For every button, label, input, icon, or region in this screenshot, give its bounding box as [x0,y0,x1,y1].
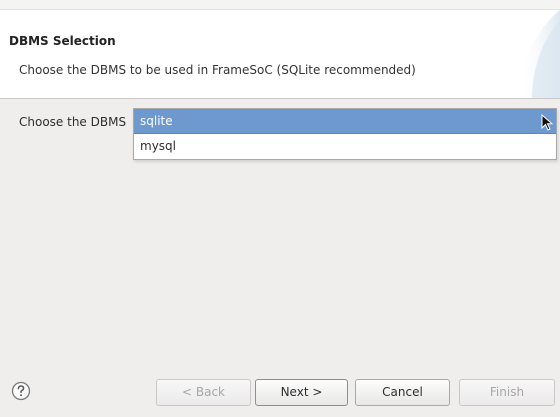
mouse-pointer-icon [541,114,554,131]
dropdown-option-sqlite[interactable]: sqlite [134,109,556,134]
dropdown-option-label: mysql [140,139,176,153]
cancel-button[interactable]: Cancel [355,379,450,406]
question-circle-icon [11,381,31,401]
banner-graphic [518,10,560,98]
window-top-strip [0,0,560,9]
page-description: Choose the DBMS to be used in FrameSoC (… [19,63,416,77]
page-title: DBMS Selection [9,34,116,48]
dbms-label: Choose the DBMS [19,115,127,129]
back-button[interactable]: < Back [156,379,251,406]
help-button[interactable] [11,381,31,401]
wizard-header: DBMS Selection Choose the DBMS to be use… [0,9,560,99]
dropdown-option-mysql[interactable]: mysql [134,134,556,159]
finish-button[interactable]: Finish [459,379,555,406]
next-button[interactable]: Next > [255,379,348,406]
dbms-dropdown[interactable]: sqlite mysql [133,108,557,160]
dropdown-option-label: sqlite [140,114,173,128]
